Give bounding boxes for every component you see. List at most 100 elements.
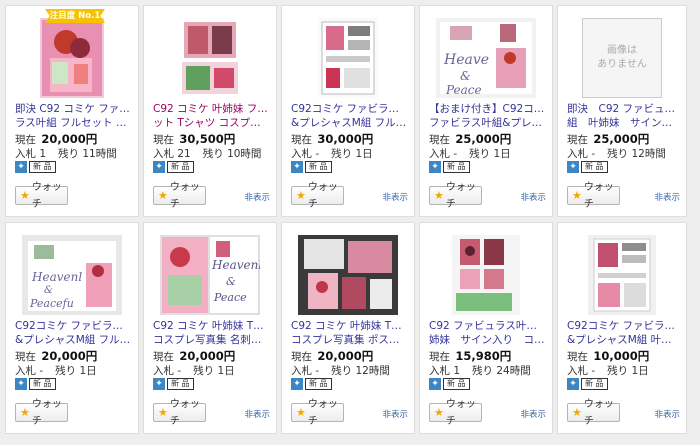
bids-label: 入札	[153, 148, 174, 160]
item-thumbnail[interactable]: Heavenl & Peacefu	[22, 235, 122, 315]
title-line: C92コミケ ファビラス叶組	[291, 103, 408, 115]
item-thumbnail[interactable]	[22, 18, 122, 98]
price-value: 30,500円	[179, 132, 236, 146]
price: 現在 25,000円	[429, 131, 511, 147]
item-title-link[interactable]: 即決 C92 コミケ ファビュ ラス叶組 フルセット 叶姉…	[15, 102, 132, 130]
item-card[interactable]: C92 コミケ 叶姉妹 フルセ ット Tシャツ コスプレ写真… 現在 30,50…	[143, 5, 277, 217]
price-label: 現在	[291, 134, 312, 146]
item-thumbnail[interactable]	[436, 235, 536, 315]
rank-badge: 注目度 No.1	[45, 9, 105, 23]
condition-label: 新 品	[29, 378, 56, 390]
bid-info: 入札 - 残り 12時間	[567, 146, 666, 161]
item-title-link[interactable]: 【おまけ付き】C92コミケ ファビラス叶組&プレシャ…	[429, 102, 546, 130]
bid-count: -	[315, 365, 320, 377]
condition-label: 新 品	[167, 378, 194, 390]
watch-button[interactable]: ★ ウォッチ	[153, 182, 206, 210]
item-title-link[interactable]: C92 コミケ 叶姉妹 Tシャツ コスプレ写真集 名刺付き …	[153, 319, 270, 347]
item-thumbnail[interactable]	[572, 235, 672, 315]
star-icon: ★	[572, 406, 582, 419]
remain-label: 残り	[469, 148, 491, 160]
title-line: ラス叶組 フルセット 叶姉…	[15, 117, 132, 129]
item-title-link[interactable]: C92 コミケ 叶姉妹 Tシャツ コスプレ写真集 ポストカ…	[291, 319, 408, 347]
time-left: 24時間	[496, 365, 531, 377]
item-card[interactable]: C92 コミケ 叶姉妹 Tシャツ コスプレ写真集 ポストカ… 現在 20,000…	[281, 222, 415, 434]
watch-button[interactable]: ★ ウォッチ	[291, 182, 344, 210]
item-title-link[interactable]: C92 ファビュラス叶組 叶 姉妹 サイン入り コス…	[429, 319, 546, 347]
watch-label: ウォッチ	[307, 181, 338, 210]
condition-label: 新 品	[167, 161, 194, 173]
hide-link[interactable]: 非表示	[244, 191, 270, 203]
star-icon: ★	[572, 189, 582, 202]
hide-link[interactable]: 非表示	[244, 408, 270, 420]
bid-info: 入札 - 残り 1日	[291, 146, 373, 161]
remain-label: 残り	[331, 365, 353, 377]
price-value: 20,000円	[41, 132, 98, 146]
bids-label: 入札	[567, 148, 588, 160]
price-label: 現在	[567, 351, 588, 363]
price-label: 現在	[291, 351, 312, 363]
hide-link[interactable]: 非表示	[654, 191, 680, 203]
hide-link[interactable]: 非表示	[382, 191, 408, 203]
bid-count: 21	[177, 148, 191, 160]
watch-button[interactable]: ★ ウォッチ	[291, 399, 344, 427]
item-thumbnail[interactable]: Heavenly & Peace	[160, 235, 260, 315]
watch-button[interactable]: ★ ウォッチ	[429, 182, 482, 210]
svg-text:&: &	[44, 285, 53, 296]
condition-label: 新 品	[581, 378, 608, 390]
item-card[interactable]: C92コミケ ファビラス叶組 &プレシャスM組 フルセッ… 現在 30,000円…	[281, 5, 415, 217]
item-title-link[interactable]: C92 コミケ 叶姉妹 フルセ ット Tシャツ コスプレ写真…	[153, 102, 270, 130]
item-card[interactable]: Heave & Peace 【おまけ付き】C92コミケ ファビラス叶組&プレシャ…	[419, 5, 553, 217]
hide-link[interactable]: 非表示	[520, 191, 546, 203]
item-title-link[interactable]: C92コミケ ファビラス叶組 &プレシャスM組 フルセッ…	[15, 319, 132, 347]
item-thumbnail[interactable]	[298, 18, 398, 98]
item-card[interactable]: 画像は ありません 即決 C92 ファビュラス叶 組 叶姉妹 サイン入り こ… …	[557, 5, 687, 217]
watch-label: ウォッチ	[307, 398, 338, 427]
new-item-icon: ✦	[567, 161, 579, 173]
hide-link[interactable]: 非表示	[520, 408, 546, 420]
watch-button[interactable]: ★ ウォッチ	[15, 399, 68, 427]
item-thumbnail[interactable]: Heave & Peace	[436, 18, 536, 98]
time-left: 1日	[631, 365, 649, 377]
bids-label: 入札	[15, 365, 36, 377]
item-card[interactable]: C92 ファビュラス叶組 叶 姉妹 サイン入り コス… 現在 15,980円 入…	[419, 222, 553, 434]
item-photo	[588, 235, 656, 315]
watch-button[interactable]: ★ ウォッチ	[429, 399, 482, 427]
price-value: 20,000円	[179, 349, 236, 363]
item-title-link[interactable]: C92コミケ ファビラス叶組 &プレシャスM組 叶姉妹 こ…	[567, 319, 680, 347]
svg-text:&: &	[226, 275, 236, 288]
bids-label: 入札	[567, 365, 588, 377]
svg-text:Peacefu: Peacefu	[29, 297, 74, 310]
condition-badge: ✦ 新 品	[429, 161, 470, 173]
remain-label: 残り	[193, 365, 215, 377]
time-left: 10時間	[227, 148, 262, 160]
watch-label: ウォッチ	[169, 181, 200, 210]
price: 現在 20,000円	[15, 348, 97, 364]
item-title-link[interactable]: 即決 C92 ファビュラス叶 組 叶姉妹 サイン入り こ…	[567, 102, 680, 130]
watch-button[interactable]: ★ ウォッチ	[567, 399, 620, 427]
new-item-icon: ✦	[429, 161, 441, 173]
time-left: 12時間	[631, 148, 666, 160]
item-card[interactable]: C92コミケ ファビラス叶組 &プレシャスM組 叶姉妹 こ… 現在 10,000…	[557, 222, 687, 434]
hide-link[interactable]: 非表示	[654, 408, 680, 420]
item-card[interactable]: Heavenly & Peace C92 コミケ 叶姉妹 Tシャツ コスプレ写真…	[143, 222, 277, 434]
price-value: 10,000円	[593, 349, 650, 363]
price-label: 現在	[429, 351, 450, 363]
watch-button[interactable]: ★ ウォッチ	[15, 182, 68, 210]
title-line: コスプレ写真集 ポストカ…	[291, 334, 408, 346]
star-icon: ★	[296, 189, 306, 202]
bids-label: 入札	[429, 365, 450, 377]
item-card[interactable]: Heavenl & Peacefu C92コミケ ファビラス叶組 &プレシャスM…	[5, 222, 139, 434]
item-title-link[interactable]: C92コミケ ファビラス叶組 &プレシャスM組 フルセッ…	[291, 102, 408, 130]
star-icon: ★	[158, 406, 168, 419]
title-line: C92 コミケ 叶姉妹 Tシャツ	[291, 320, 408, 332]
item-thumbnail[interactable]	[298, 235, 398, 315]
bid-info: 入札 - 残り 1日	[15, 363, 97, 378]
svg-text:Heavenly: Heavenly	[211, 258, 260, 272]
title-line: C92コミケ ファビラス叶組	[15, 320, 132, 332]
item-thumbnail[interactable]	[160, 18, 260, 98]
condition-badge: ✦ 新 品	[153, 161, 194, 173]
watch-button[interactable]: ★ ウォッチ	[153, 399, 206, 427]
item-card[interactable]: 注目度 No.1 即決 C92 コミケ ファビュ ラス叶組 フルセット 叶姉… …	[5, 5, 139, 217]
watch-button[interactable]: ★ ウォッチ	[567, 182, 620, 210]
hide-link[interactable]: 非表示	[382, 408, 408, 420]
